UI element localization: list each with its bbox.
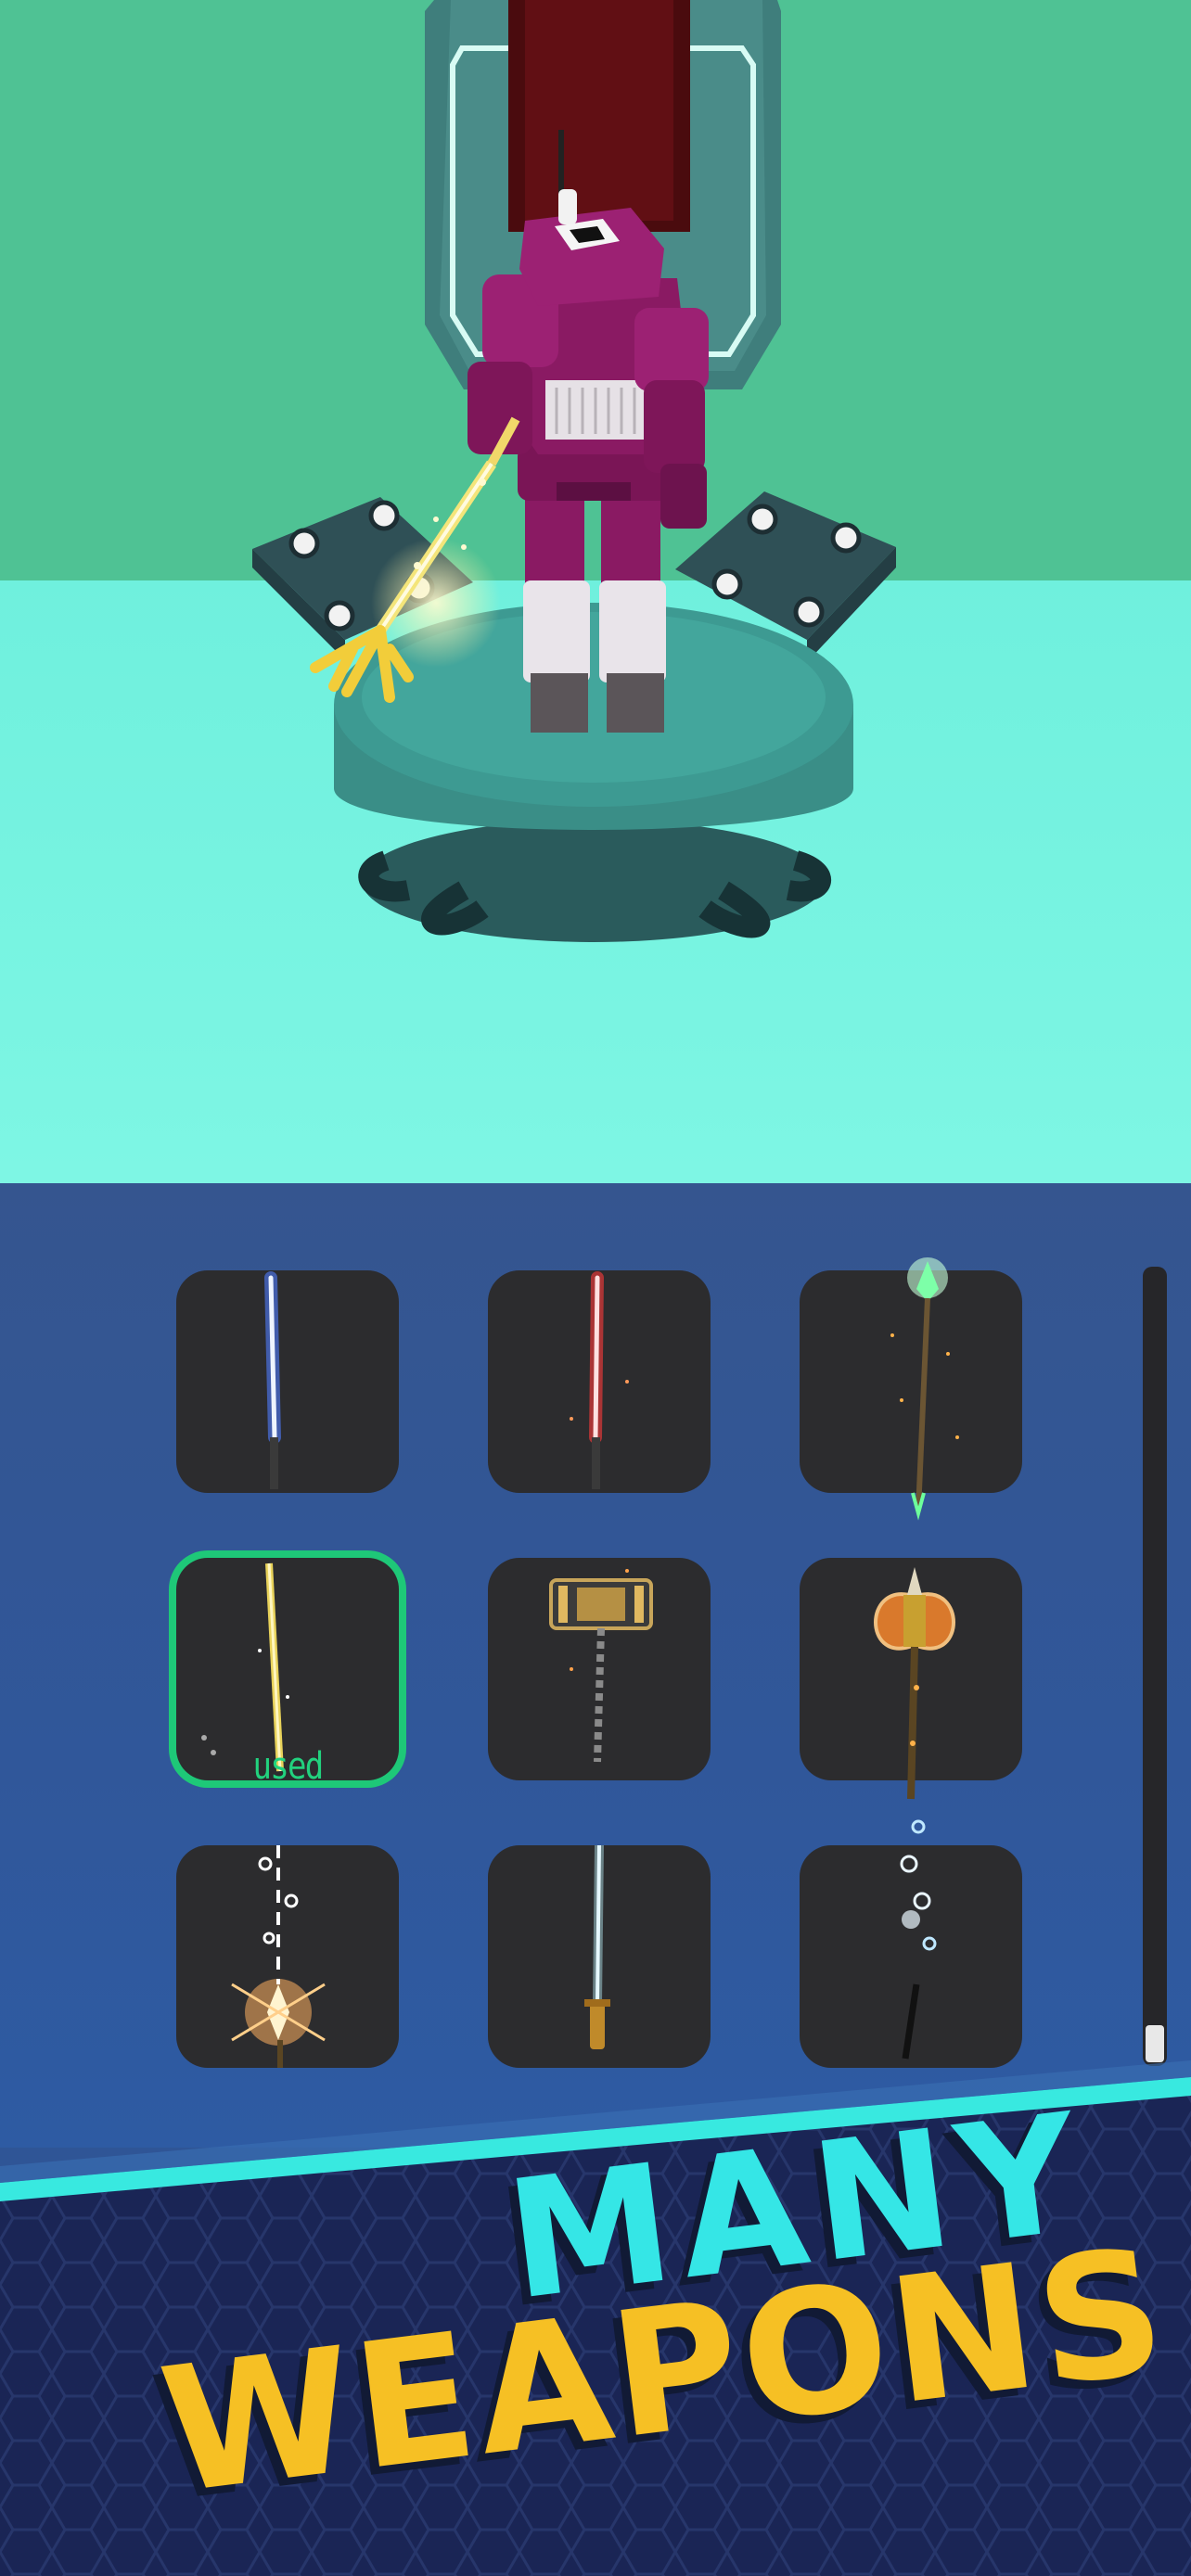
- flame-spear-icon: [231, 1845, 326, 2068]
- blue-lightsaber-icon: [264, 1271, 281, 1489]
- weapon-slot-4-selected[interactable]: used: [176, 1558, 399, 1788]
- weapon-slot-6[interactable]: [800, 1558, 1022, 1800]
- weapon-slot-1[interactable]: [176, 1270, 399, 1493]
- weapon-slot-3[interactable]: [800, 1257, 1022, 1521]
- red-lightsaber-icon: [570, 1271, 629, 1489]
- spirit-staff-icon: [900, 1819, 937, 2060]
- weapon-slot-8[interactable]: [488, 1844, 711, 2068]
- game-scene: [0, 0, 1191, 1183]
- weapon-inventory-panel: used: [0, 1183, 1191, 2148]
- war-hammer-icon: [549, 1569, 653, 1763]
- promo-banner: MANY WEAPONS: [0, 2040, 1191, 2576]
- used-status-label: used: [252, 1745, 324, 1788]
- scene-background: [0, 0, 1191, 1183]
- weapon-slot-7[interactable]: [176, 1845, 399, 2068]
- battle-axe-icon: [874, 1567, 955, 1800]
- ice-sword-icon: [584, 1844, 610, 2049]
- green-spear-icon: [890, 1257, 959, 1521]
- weapon-slot-5[interactable]: [488, 1558, 711, 1780]
- weapon-slot-2[interactable]: [488, 1270, 711, 1493]
- weapon-slot-9[interactable]: [800, 1819, 1022, 2068]
- inventory-scrollbar[interactable]: [1143, 1267, 1167, 2066]
